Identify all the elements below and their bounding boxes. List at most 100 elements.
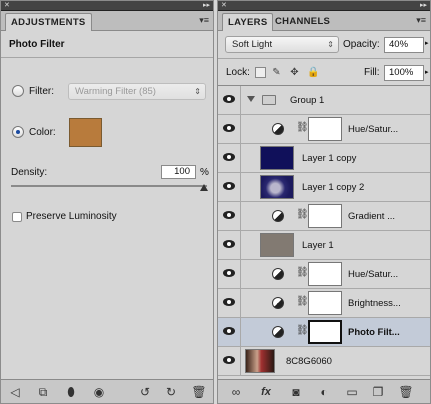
density-input[interactable]: 100 [161, 165, 196, 179]
layer-mask-thumbnail[interactable] [308, 117, 342, 141]
select-arrows-icon: ⇕ [194, 87, 201, 96]
trash-icon[interactable]: 🗑 [191, 384, 207, 400]
fill-dropdown-icon[interactable]: ▸ [425, 68, 429, 76]
visibility-column [218, 318, 241, 346]
layer-row[interactable]: ⛓ Hue/Satur... [218, 260, 430, 289]
layer-thumbnail[interactable] [260, 175, 294, 199]
chain-link-icon[interactable]: ⛓ [296, 122, 309, 133]
chain-link-icon[interactable]: ⛓ [296, 209, 309, 220]
layer-row[interactable]: Layer 1 [218, 231, 430, 260]
layer-thumbnail[interactable] [260, 233, 294, 257]
eye-icon[interactable] [223, 240, 235, 248]
lock-all-icon[interactable]: 🔒 [307, 67, 319, 78]
eye-icon[interactable] [223, 269, 235, 277]
lock-label: Lock: [226, 67, 250, 78]
layer-name: Photo Filt... [348, 327, 400, 338]
adjustment-layer-icon [272, 123, 284, 135]
layer-row-selected[interactable]: ⛓ Photo Filt... [218, 318, 430, 347]
color-label: Color: [29, 127, 56, 138]
adjustment-layer-icon [272, 268, 284, 280]
lock-brush-icon[interactable]: ✎ [271, 67, 282, 78]
layer-row[interactable]: ⛓ Hue/Satur... [218, 115, 430, 144]
panel-menu-icon[interactable]: ▾≡ [416, 15, 426, 25]
opacity-label: Opacity: [343, 39, 380, 50]
opacity-input[interactable]: 40% [384, 37, 424, 53]
link-layers-icon[interactable]: ∞ [228, 384, 244, 400]
visibility-eye-icon[interactable]: ◉ [91, 384, 107, 400]
filter-radio[interactable] [12, 85, 24, 97]
preserve-luminosity-checkbox[interactable] [12, 212, 22, 222]
eye-icon[interactable] [223, 211, 235, 219]
clip-icon[interactable]: ⬮ [63, 384, 79, 400]
eye-icon[interactable] [223, 356, 235, 364]
disclosure-triangle-icon[interactable] [247, 96, 255, 102]
layer-mask-thumbnail[interactable] [308, 262, 342, 286]
eye-icon[interactable] [223, 153, 235, 161]
filter-select[interactable]: Warming Filter (85) ⇕ [68, 83, 206, 100]
expand-view-icon[interactable]: ⧉ [35, 384, 51, 400]
collapse-panel-icon[interactable]: ▸▸ [420, 2, 427, 10]
reset-icon[interactable]: ↻ [163, 384, 179, 400]
trash-icon[interactable]: 🗑 [398, 384, 414, 400]
chain-link-icon[interactable]: ⛓ [296, 267, 309, 278]
visibility-column [218, 231, 241, 259]
close-panel-icon[interactable]: ✕ [221, 2, 227, 10]
layer-name: Layer 1 [302, 240, 334, 251]
density-slider-track[interactable] [11, 185, 207, 187]
fx-icon[interactable]: fx [258, 384, 274, 400]
add-mask-icon[interactable]: ◙ [288, 384, 304, 400]
fill-label: Fill: [364, 67, 380, 78]
back-arrow-icon[interactable]: ◁ [7, 384, 23, 400]
collapse-panel-icon[interactable]: ▸▸ [203, 2, 210, 10]
layer-name: Layer 1 copy [302, 153, 357, 164]
tab-layers[interactable]: LAYERS [222, 13, 274, 31]
new-adjustment-icon[interactable]: ◐ [316, 384, 332, 400]
layer-row[interactable]: Layer 1 copy [218, 144, 430, 173]
color-swatch[interactable] [69, 118, 102, 147]
visibility-column [218, 115, 241, 143]
panel-header-strip: ✕ ▸▸ [1, 1, 213, 11]
layer-row[interactable]: 8C8G6060 [218, 347, 430, 376]
layer-row[interactable]: Layer 1 copy 2 [218, 173, 430, 202]
layer-name: Group 1 [290, 95, 325, 106]
chain-link-icon[interactable]: ⛓ [296, 296, 309, 307]
layer-row[interactable]: ⛓ Gradient ... [218, 202, 430, 231]
blend-mode-value: Soft Light [232, 39, 273, 50]
panel-menu-icon[interactable]: ▾≡ [199, 15, 209, 25]
eye-icon[interactable] [223, 327, 235, 335]
select-arrows-icon: ⇕ [327, 40, 334, 49]
eye-icon[interactable] [223, 124, 235, 132]
layer-row[interactable]: ⛓ Brightness... [218, 289, 430, 318]
layer-mask-thumbnail[interactable] [308, 291, 342, 315]
new-group-icon[interactable]: ▭ [344, 384, 360, 400]
layer-mask-thumbnail[interactable] [308, 320, 342, 344]
eye-icon[interactable] [223, 298, 235, 306]
tab-adjustments[interactable]: ADJUSTMENTS [5, 13, 92, 31]
visibility-column [218, 144, 241, 172]
fill-input[interactable]: 100% [384, 65, 424, 81]
chain-link-icon[interactable]: ⛓ [296, 325, 309, 336]
color-radio[interactable] [12, 126, 24, 138]
visibility-column [218, 260, 241, 288]
tab-channels[interactable]: CHANNELS [270, 13, 335, 31]
layer-mask-thumbnail[interactable] [308, 204, 342, 228]
filter-select-value: Warming Filter (85) [75, 86, 156, 97]
lock-move-icon[interactable]: ✥ [289, 67, 300, 78]
adjustment-layer-icon [272, 297, 284, 309]
layer-thumbnail[interactable] [245, 349, 275, 373]
density-slider-thumb[interactable] [200, 184, 208, 191]
eye-icon[interactable] [223, 95, 235, 103]
layer-row[interactable]: Group 1 [218, 86, 430, 115]
visibility-column [218, 202, 241, 230]
eye-icon[interactable] [223, 182, 235, 190]
new-layer-icon[interactable]: ❐ [370, 384, 386, 400]
lock-transparent-icon[interactable] [255, 67, 266, 78]
opacity-dropdown-icon[interactable]: ▸ [425, 39, 429, 47]
layer-name: Brightness... [348, 298, 401, 309]
visibility-column [218, 173, 241, 201]
layer-thumbnail[interactable] [260, 146, 294, 170]
previous-state-icon[interactable]: ↺ [137, 384, 153, 400]
layer-name: Hue/Satur... [348, 124, 399, 135]
blend-mode-select[interactable]: Soft Light ⇕ [225, 36, 339, 53]
close-panel-icon[interactable]: ✕ [4, 2, 10, 10]
